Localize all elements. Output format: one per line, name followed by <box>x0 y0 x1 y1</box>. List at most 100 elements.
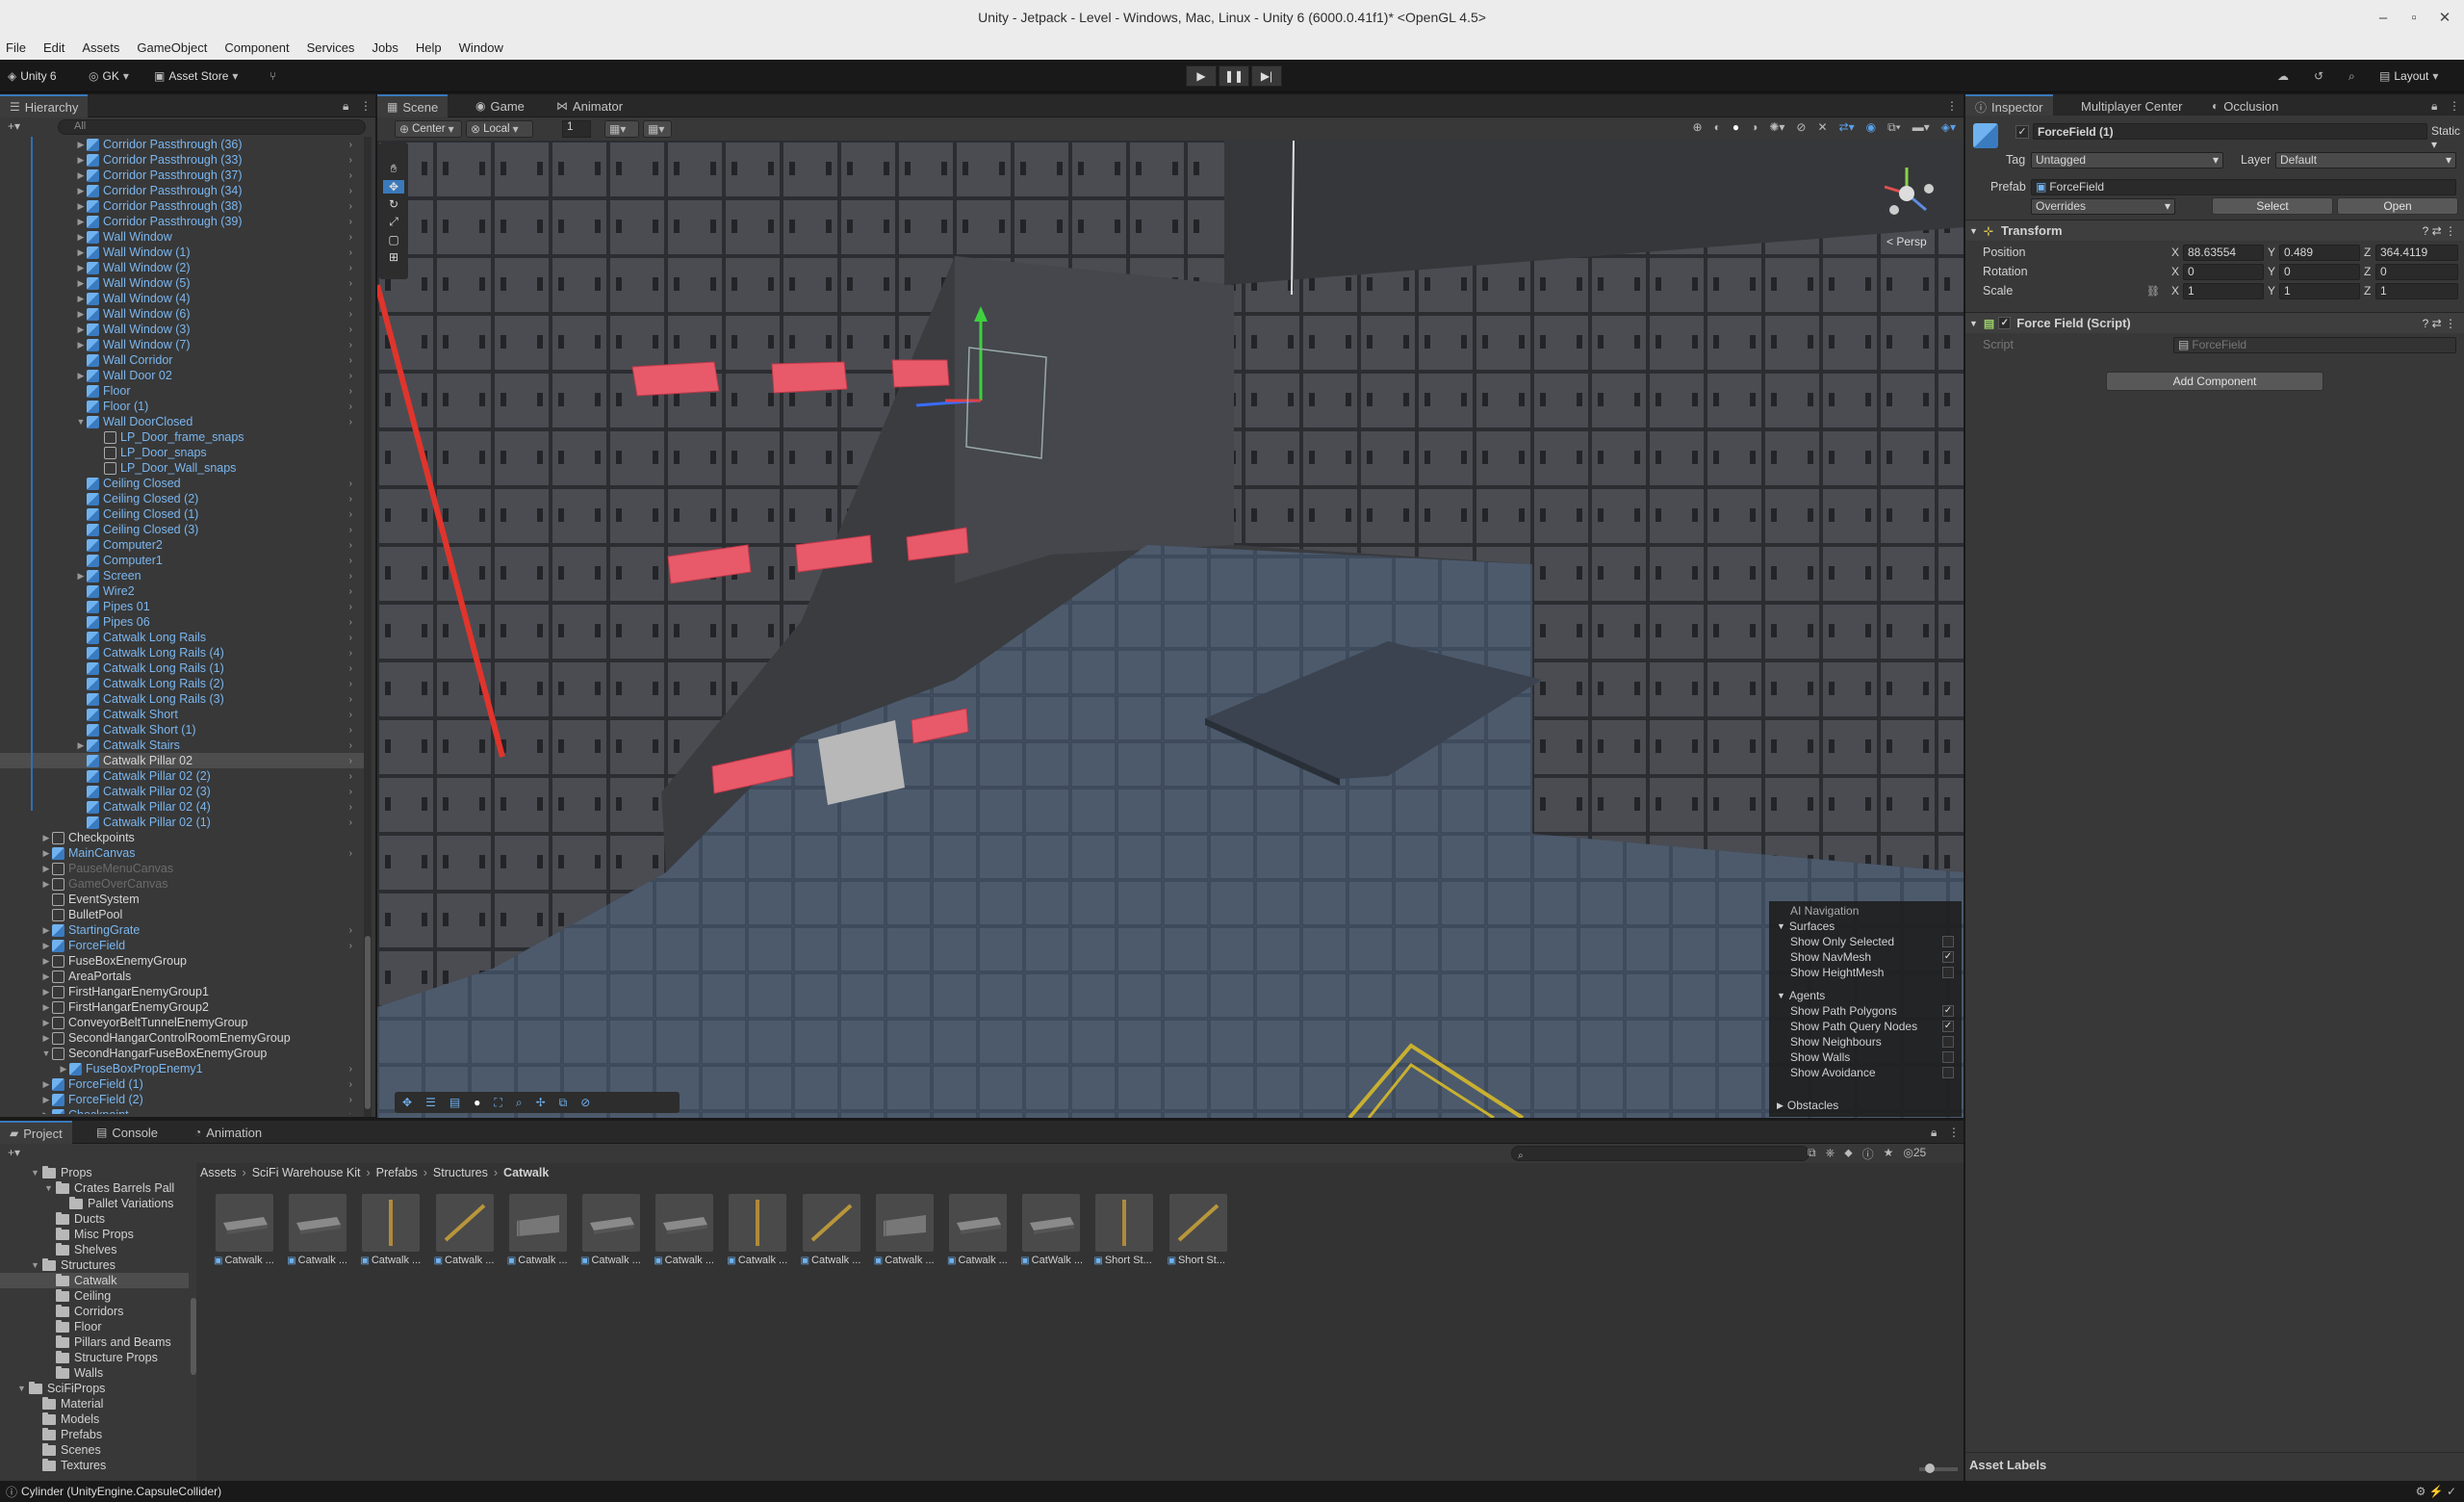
tab-occlusion[interactable]: ◐ Occlusion <box>2202 94 2288 117</box>
hierarchy-item[interactable]: ▶ ForceField › <box>0 938 366 953</box>
more-icon[interactable]: ⋮ <box>1946 99 1958 113</box>
asset-item[interactable]: ▣ Catwalk ... <box>214 1194 275 1271</box>
open-prefab-chevron-icon[interactable]: › <box>349 771 352 782</box>
filter-label-icon[interactable]: ⎈ <box>1826 1146 1835 1162</box>
tab-inspector[interactable]: ⓘ Inspector <box>1965 94 2053 117</box>
foldout-arrow-icon[interactable]: ▼ <box>44 1183 56 1193</box>
more-icon[interactable]: ⋮ <box>1948 1126 1960 1139</box>
foldout-arrow-icon[interactable]: ▶ <box>40 1002 52 1013</box>
open-prefab-chevron-icon[interactable]: › <box>349 725 352 736</box>
hierarchy-scrollbar[interactable] <box>364 137 372 1117</box>
hierarchy-item[interactable]: Ceiling Closed (2) › <box>0 491 366 506</box>
open-prefab-chevron-icon[interactable]: › <box>349 324 352 335</box>
projection-label[interactable]: < Persp <box>1886 235 1927 248</box>
hierarchy-item[interactable]: Catwalk Long Rails (3) › <box>0 691 366 707</box>
camera-icon[interactable]: ▬▾ <box>1912 120 1930 138</box>
foldout-arrow-icon[interactable]: ▶ <box>75 186 87 196</box>
component-menu-icons[interactable]: ? ⇄ ⋮ <box>2423 224 2456 238</box>
folder-tree-item[interactable]: Floor <box>0 1319 189 1334</box>
hierarchy-item[interactable]: ▶ AreaPortals <box>0 969 366 984</box>
open-prefab-chevron-icon[interactable]: › <box>349 648 352 659</box>
hierarchy-item[interactable]: Pipes 01 › <box>0 599 366 614</box>
hierarchy-item[interactable]: ▶ ForceField (1) › <box>0 1076 366 1092</box>
open-prefab-chevron-icon[interactable]: › <box>349 679 352 689</box>
tab-hierarchy[interactable]: ☰ Hierarchy <box>0 94 89 117</box>
foldout-arrow-icon[interactable]: ▼ <box>75 417 87 427</box>
object-name-field[interactable]: ForceField (1) <box>2033 123 2427 140</box>
nav-option-checkbox[interactable] <box>1942 1067 1954 1078</box>
asset-item[interactable]: ▣ Catwalk ... <box>360 1194 422 1271</box>
step-button[interactable]: ▶| <box>1251 65 1282 87</box>
visibility-icon[interactable]: ◉ <box>1866 120 1876 138</box>
hierarchy-item[interactable]: LP_Door_Wall_snaps <box>0 460 366 476</box>
tab-animation[interactable]: ◔ Animation <box>185 1121 271 1144</box>
open-prefab-chevron-icon[interactable]: › <box>349 201 352 212</box>
open-prefab-chevron-icon[interactable]: › <box>349 401 352 412</box>
open-prefab-chevron-icon[interactable]: › <box>349 1079 352 1090</box>
foldout-arrow-icon[interactable]: ▶ <box>75 247 87 258</box>
open-prefab-chevron-icon[interactable]: › <box>349 1095 352 1105</box>
hierarchy-item[interactable]: ▶ Screen › <box>0 568 366 583</box>
hierarchy-item[interactable]: ▶ SecondHangarControlRoomEnemyGroup <box>0 1030 366 1046</box>
active-checkbox[interactable]: ✓ <box>2015 125 2029 139</box>
open-prefab-chevron-icon[interactable]: › <box>349 740 352 751</box>
foldout-arrow-icon[interactable]: ▶ <box>40 1018 52 1028</box>
overlay-icon-2[interactable]: ☰ <box>425 1096 436 1109</box>
axis-x-label[interactable]: X <box>2171 246 2179 259</box>
axis-y-label[interactable]: Y <box>2268 246 2275 259</box>
history-button[interactable]: ↺ <box>2314 66 2323 86</box>
foldout-arrow-icon[interactable]: ▶ <box>75 740 87 751</box>
add-icon[interactable]: +▾ <box>8 1146 20 1159</box>
layout-dropdown[interactable]: ▤ Layout ▾ <box>2379 66 2438 86</box>
foldout-arrow-icon[interactable]: ▶ <box>40 956 52 967</box>
overlay-icon-9[interactable]: ⊘ <box>580 1096 590 1109</box>
static-toggle[interactable]: Static ▾ <box>2431 124 2464 151</box>
add-icon[interactable]: +▾ <box>8 119 20 133</box>
layers-icon[interactable]: ⧉▾ <box>1887 120 1901 138</box>
snap-toggle[interactable]: ▦▾ <box>604 120 639 138</box>
project-search-input[interactable]: ⌕ <box>1511 1146 1810 1161</box>
asset-labels-section[interactable]: Asset Labels <box>1965 1452 2464 1477</box>
hierarchy-item[interactable]: ▶ Corridor Passthrough (33) › <box>0 152 366 168</box>
hierarchy-item[interactable]: ▶ Corridor Passthrough (34) › <box>0 183 366 198</box>
shaded-icon[interactable]: ◐ <box>1714 120 1721 138</box>
breadcrumb-item[interactable]: Assets <box>200 1166 237 1179</box>
open-prefab-chevron-icon[interactable]: › <box>349 371 352 381</box>
tab-animator[interactable]: ⋈ Animator <box>547 94 632 117</box>
open-prefab-chevron-icon[interactable]: › <box>349 556 352 566</box>
nav-option[interactable]: Show Only Selected <box>1769 934 1962 949</box>
component-menu-icons[interactable]: ? ⇄ ⋮ <box>2423 317 2456 330</box>
foldout-arrow-icon[interactable]: ▼ <box>31 1168 42 1178</box>
hierarchy-item[interactable]: Catwalk Long Rails (4) › <box>0 645 366 660</box>
open-prefab-chevron-icon[interactable]: › <box>349 309 352 320</box>
menu-assets[interactable]: Assets <box>82 40 119 55</box>
rotate-tool-icon[interactable]: ↻ <box>389 197 398 211</box>
maximize-button[interactable]: ▫ <box>2397 0 2431 35</box>
globe-icon[interactable]: ⊕ <box>1693 120 1703 138</box>
foldout-arrow-icon[interactable]: ▶ <box>75 294 87 304</box>
open-prefab-chevron-icon[interactable]: › <box>349 386 352 397</box>
open-prefab-chevron-icon[interactable]: › <box>349 140 352 150</box>
hierarchy-item[interactable]: ▶ Wall Window (1) › <box>0 245 366 260</box>
overrides-dropdown[interactable]: Overrides ▾ <box>2031 197 2175 215</box>
axis-y-label[interactable]: Y <box>2268 265 2275 278</box>
hierarchy-item[interactable]: Floor (1) › <box>0 399 366 414</box>
hierarchy-item[interactable]: ▶ ConveyorBeltTunnelEnemyGroup <box>0 1015 366 1030</box>
nav-option[interactable]: Show Path Query Nodes ✓ <box>1769 1019 1962 1034</box>
hierarchy-item[interactable]: ▶ Corridor Passthrough (36) › <box>0 137 366 152</box>
breadcrumb-item[interactable]: Structures <box>433 1166 488 1179</box>
overlay-icon-7[interactable]: ✢ <box>536 1096 546 1109</box>
hierarchy-item[interactable]: Catwalk Pillar 02 (3) › <box>0 784 366 799</box>
gizmo-icon[interactable]: ⇄▾ <box>1839 120 1855 138</box>
nav-option[interactable]: Show Path Polygons ✓ <box>1769 1003 1962 1019</box>
overlay-icon-6[interactable]: ⌕ <box>516 1096 523 1110</box>
hierarchy-item[interactable]: LP_Door_frame_snaps <box>0 429 366 445</box>
asset-item[interactable]: ▣ Catwalk ... <box>727 1194 788 1271</box>
open-prefab-chevron-icon[interactable]: › <box>349 756 352 766</box>
agents-foldout[interactable]: ▼ Agents <box>1769 988 1962 1003</box>
sphere-icon[interactable]: ● <box>1732 120 1739 138</box>
script-enabled-checkbox[interactable]: ✓ <box>1998 317 2012 329</box>
hierarchy-item[interactable]: ▶ Wall Window (7) › <box>0 337 366 352</box>
open-prefab-chevron-icon[interactable]: › <box>349 710 352 720</box>
hierarchy-item[interactable]: Computer2 › <box>0 537 366 553</box>
